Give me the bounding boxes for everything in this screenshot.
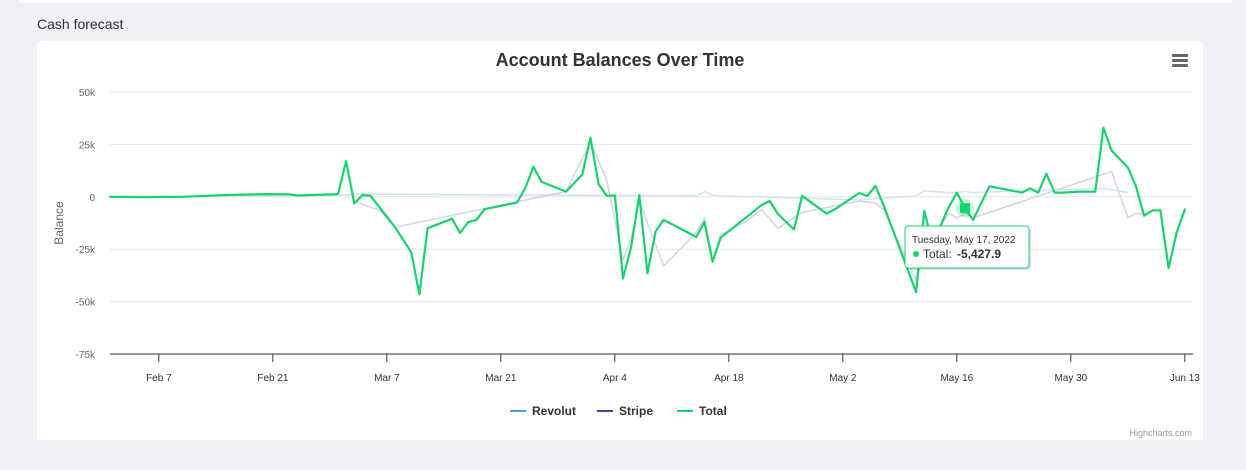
x-tick-label: Feb 7	[146, 373, 172, 384]
tooltip: Tuesday, May 17, 2022 Total: -5,427.9	[904, 225, 1031, 270]
y-axis: 50k 25k 0 -25k -50k -75k	[76, 88, 96, 361]
legend-label: Total	[699, 404, 727, 418]
legend-item-revolut[interactable]: Revolut	[510, 404, 576, 418]
tooltip-date: Tuesday, May 17, 2022	[912, 235, 1016, 246]
hover-marker	[960, 203, 970, 214]
legend-label: Revolut	[532, 404, 576, 418]
legend-label: Stripe	[619, 404, 653, 418]
chart-svg: Account Balances Over Time 50k 25k 0 -25k -5…	[52, 50, 1200, 438]
legend-item-stripe[interactable]: Stripe	[597, 404, 653, 418]
x-axis: Feb 7 Feb 21 Mar 7 Mar 21 Apr 4 Apr 18 May 2 Ma…	[110, 353, 1200, 384]
x-tick-label: Mar 21	[485, 373, 517, 384]
grid-lines	[110, 91, 1193, 303]
x-tick-label: Apr 4	[603, 373, 627, 384]
x-tick-label: May 16	[940, 373, 973, 384]
x-tick-label: Mar 7	[374, 373, 400, 384]
y-tick-label: 0	[89, 193, 95, 204]
tooltip-series-label: Total:	[923, 247, 952, 261]
legend: Revolut Stripe Total	[510, 404, 727, 418]
chart-title: Account Balances Over Time	[496, 50, 745, 70]
x-tick-label: Feb 21	[257, 373, 289, 384]
y-tick-label: -25k	[76, 245, 96, 256]
y-tick-label: -75k	[76, 350, 96, 361]
x-tick-label: May 2	[829, 373, 857, 384]
legend-item-total[interactable]: Total	[677, 404, 727, 418]
y-tick-label: -50k	[76, 298, 96, 309]
x-tick-label: May 30	[1054, 373, 1087, 384]
x-tick-label: Apr 18	[714, 373, 744, 384]
y-tick-label: 50k	[79, 88, 96, 99]
y-tick-label: 25k	[79, 140, 96, 151]
credits[interactable]: Highcharts.com	[1129, 428, 1192, 438]
tooltip-marker	[913, 251, 919, 257]
tooltip-value: -5,427.9	[957, 247, 1001, 261]
y-axis-label: Balance	[52, 201, 66, 245]
x-tick-label: Jun 13	[1170, 373, 1200, 384]
